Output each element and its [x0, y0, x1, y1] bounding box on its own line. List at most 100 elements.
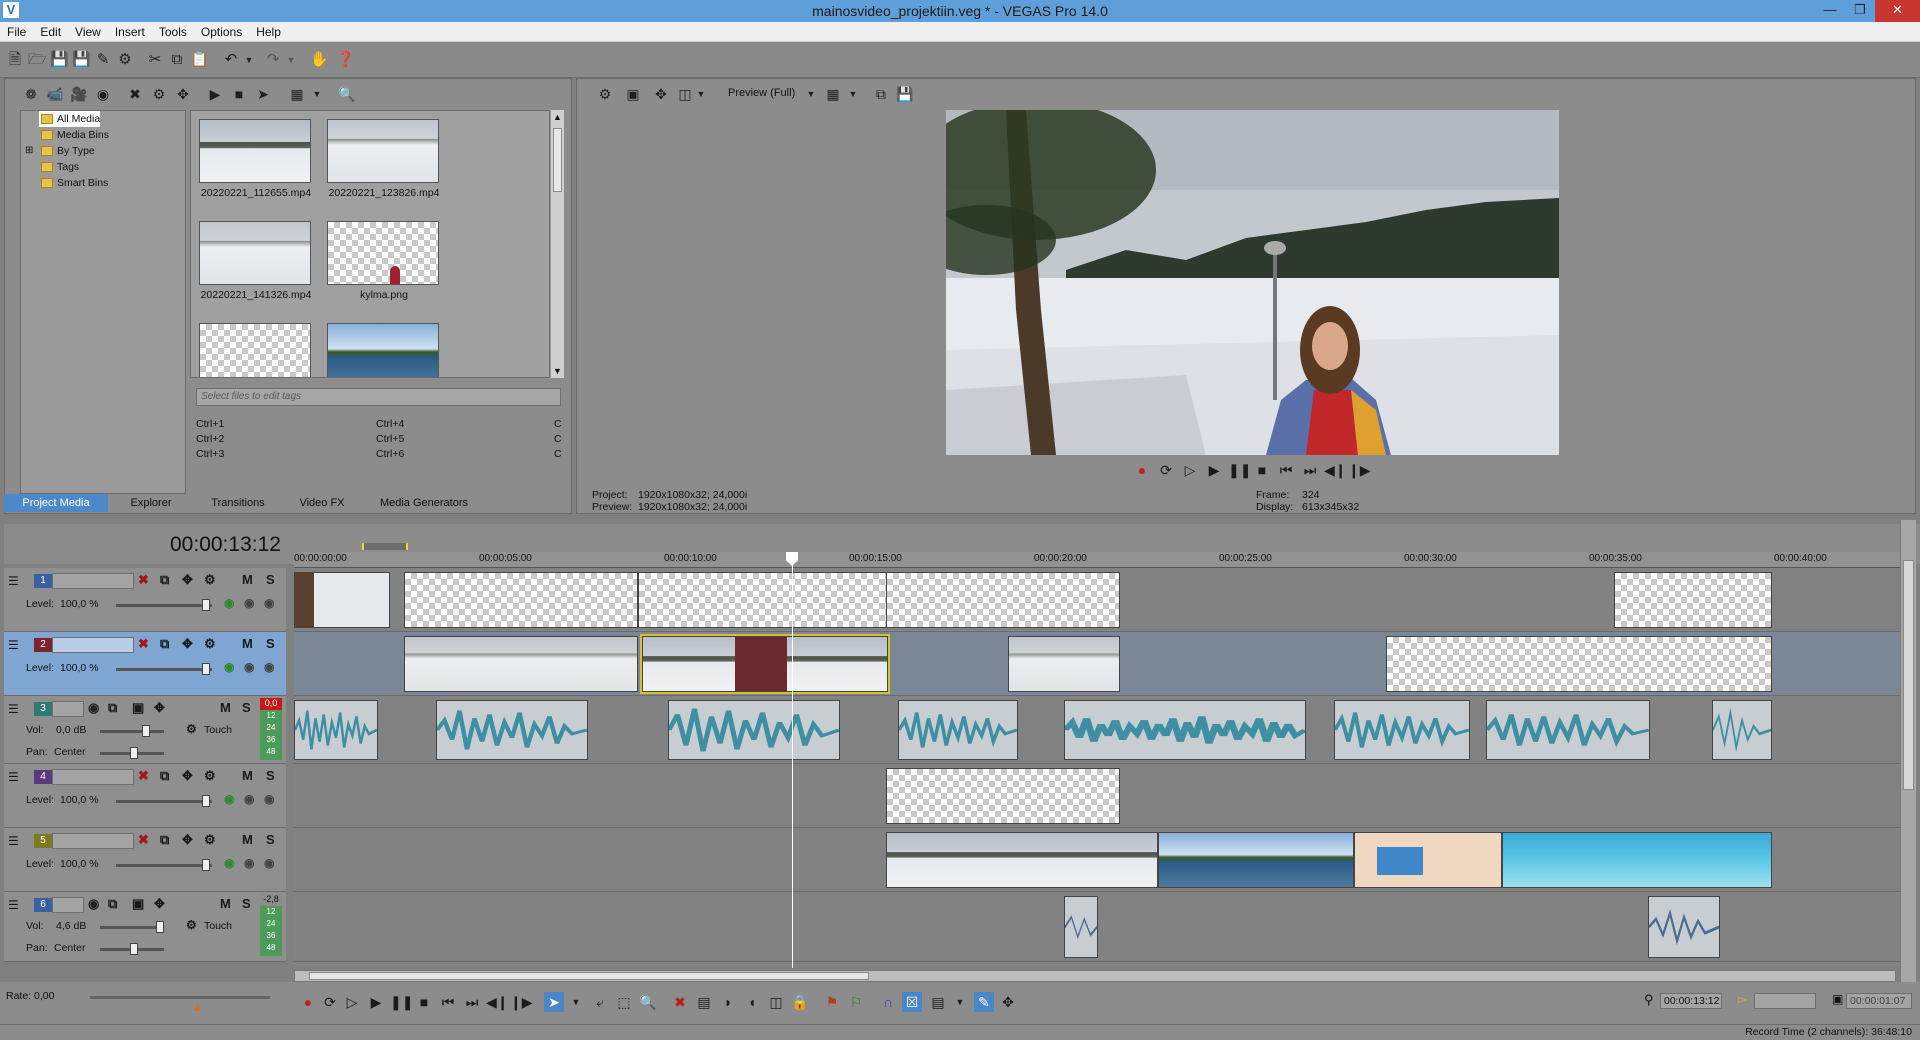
timeline-track-area[interactable] — [294, 568, 1900, 968]
insert-marker-icon[interactable]: ⚑ — [822, 992, 842, 1012]
solo-button[interactable]: S — [266, 832, 275, 847]
views-dropdown-icon[interactable]: ▼ — [308, 85, 326, 103]
track-motion-icon[interactable]: ⧉ — [160, 572, 169, 588]
loop-playback-icon[interactable]: ⟳ — [320, 992, 340, 1012]
compositing-mode-gear-icon[interactable]: ⚙ — [204, 572, 216, 588]
audio-clip[interactable] — [1486, 700, 1650, 760]
track-name-field[interactable] — [52, 769, 134, 785]
menu-edit[interactable]: Edit — [33, 22, 68, 39]
video-clip[interactable] — [1614, 572, 1772, 628]
video-clip[interactable] — [886, 768, 1120, 824]
redo-dropdown-icon[interactable]: ▼ — [282, 51, 300, 69]
overlays-grid-icon[interactable]: ▦ — [824, 85, 842, 103]
audio-clip[interactable] — [1064, 700, 1306, 760]
video-output-fx-gear-icon[interactable]: ⚙ — [596, 85, 614, 103]
media-properties-icon[interactable]: ✥ — [174, 85, 192, 103]
lock-icon[interactable]: 🔒 — [790, 992, 810, 1012]
track-header-3[interactable]: ☰ 3 ◉ ⧉ ▣ ✥ M S 0,0 12 24 36 48 Vol: 0,0 dB… — [4, 696, 286, 764]
track-fx-icon[interactable]: ▣ — [132, 700, 144, 716]
tab-explorer[interactable]: Explorer — [110, 494, 192, 512]
next-frame-icon[interactable]: ❙▶ — [510, 992, 533, 1012]
compositing-parent-icon[interactable]: ◉ — [224, 792, 234, 806]
track-fx-icon[interactable]: ✥ — [182, 572, 193, 588]
compositing-child-icon[interactable]: ◉ — [244, 792, 254, 806]
new-project-icon[interactable]: 🗎 — [6, 51, 24, 69]
capture-video-icon[interactable]: 📹 — [46, 85, 64, 103]
mute-button[interactable]: M — [242, 832, 253, 847]
timeline-vertical-scrollbar[interactable] — [1900, 520, 1916, 986]
media-grid-scrollbar[interactable]: ▲ ▼ — [550, 110, 564, 378]
automation-mode[interactable]: Touch — [204, 920, 232, 932]
enable-snapping-hand-icon[interactable]: ✋ — [310, 51, 329, 69]
audio-clip[interactable] — [1064, 896, 1098, 958]
loop-region-bar[interactable] — [362, 543, 408, 550]
track-menu-icon[interactable]: ☰ — [8, 834, 19, 848]
track-motion-icon[interactable]: ⧉ — [160, 832, 169, 848]
rate-slider[interactable] — [90, 996, 270, 999]
track-fx-icon[interactable]: ✥ — [182, 768, 193, 784]
preview-mode-dropdown-icon[interactable]: ▼ — [802, 85, 820, 103]
lock-envelopes-icon[interactable]: ✎ — [974, 992, 994, 1012]
track-header-4[interactable]: ☰ 4 ✖ ⧉ ✥ ⚙ M S Level: 100,0 % ◉ ◉ ◉ — [4, 764, 286, 828]
track-name-field[interactable] — [52, 637, 134, 653]
timeline-cursor-timecode[interactable]: 00:00:13:12 — [170, 533, 281, 557]
video-clip[interactable] — [886, 572, 1120, 628]
mute-button[interactable]: M — [242, 636, 253, 651]
restore-button[interactable]: ❐ — [1845, 0, 1875, 22]
stop-icon[interactable]: ■ — [1252, 460, 1272, 480]
play-icon[interactable]: ▶ — [366, 992, 386, 1012]
stop-icon[interactable]: ■ — [414, 992, 434, 1012]
video-clip[interactable] — [1386, 636, 1772, 692]
whats-this-help-icon[interactable]: ❓ — [336, 51, 355, 69]
media-fx-icon[interactable]: ⚙ — [150, 85, 168, 103]
track-fx-off-icon[interactable]: ✖ — [138, 768, 149, 784]
compositing-child-icon[interactable]: ◉ — [244, 596, 254, 610]
get-media-web-icon[interactable]: 🎥 — [70, 85, 88, 103]
video-clip[interactable] — [294, 572, 390, 628]
video-clip[interactable] — [404, 636, 638, 692]
level-slider[interactable] — [116, 800, 212, 803]
edit-tool-dropdown-icon[interactable]: ▼ — [566, 992, 586, 1012]
copy-snapshot-icon[interactable]: ⧉ — [872, 85, 890, 103]
go-to-start-icon[interactable]: ⏮ — [1276, 460, 1296, 480]
previous-frame-icon[interactable]: ◀❙ — [1324, 460, 1347, 480]
automation-mode[interactable]: Touch — [204, 724, 232, 736]
track-fx-icon[interactable]: ✥ — [182, 832, 193, 848]
go-to-end-icon[interactable]: ⏭ — [1300, 460, 1320, 480]
paste-icon[interactable]: 📋 — [190, 51, 209, 69]
selection-length-field[interactable]: 00:00:01:07 — [1846, 993, 1912, 1009]
snapping-magnet-icon[interactable]: ∩ — [878, 992, 898, 1012]
track-name-field[interactable] — [52, 897, 84, 913]
loop-playback-icon[interactable]: ⟳ — [1156, 460, 1176, 480]
views-icon[interactable]: ▦ — [288, 85, 306, 103]
get-photos-icon[interactable]: ◉ — [94, 85, 112, 103]
cursor-time-field[interactable]: 00:00:13:12 — [1660, 993, 1722, 1009]
track-fx-icon[interactable]: ✥ — [182, 636, 193, 652]
compositing-child-icon[interactable]: ◉ — [244, 660, 254, 674]
arm-record-icon[interactable]: ◉ — [88, 700, 99, 716]
menu-tools[interactable]: Tools — [152, 22, 194, 39]
make-compositing-child-icon[interactable]: ◉ — [264, 792, 274, 806]
mute-button[interactable]: M — [242, 572, 253, 587]
solo-button[interactable]: S — [242, 700, 251, 715]
track-fx-icon[interactable]: ▣ — [132, 896, 144, 912]
selected-video-clip[interactable] — [640, 634, 890, 694]
audio-clip[interactable] — [1648, 896, 1720, 958]
pan-slider-knob[interactable] — [130, 747, 138, 759]
scroll-down-icon[interactable]: ▼ — [553, 366, 562, 376]
track-name-field[interactable] — [52, 573, 134, 589]
level-slider-knob[interactable] — [202, 795, 210, 807]
ripple-dropdown-icon[interactable]: ▼ — [950, 992, 970, 1012]
solo-button[interactable]: S — [242, 896, 251, 911]
audio-clip[interactable] — [1712, 700, 1772, 760]
scroll-thumb[interactable] — [553, 128, 562, 192]
play-icon[interactable]: ▶ — [1204, 460, 1224, 480]
tree-item-tags[interactable]: Tags — [39, 159, 79, 175]
undo-dropdown-icon[interactable]: ▼ — [240, 51, 258, 69]
external-monitor-icon[interactable]: ▣ — [624, 85, 642, 103]
track-header-2[interactable]: ☰ 2 ✖ ⧉ ✥ ⚙ M S Level: 100,0 % ◉ ◉ ◉ — [4, 632, 286, 696]
track-motion-icon[interactable]: ⧉ — [160, 636, 169, 652]
track-name-field[interactable] — [52, 833, 134, 849]
split-icon[interactable]: ◫ — [766, 992, 786, 1012]
tree-item-all-media[interactable]: All Media — [39, 111, 101, 127]
